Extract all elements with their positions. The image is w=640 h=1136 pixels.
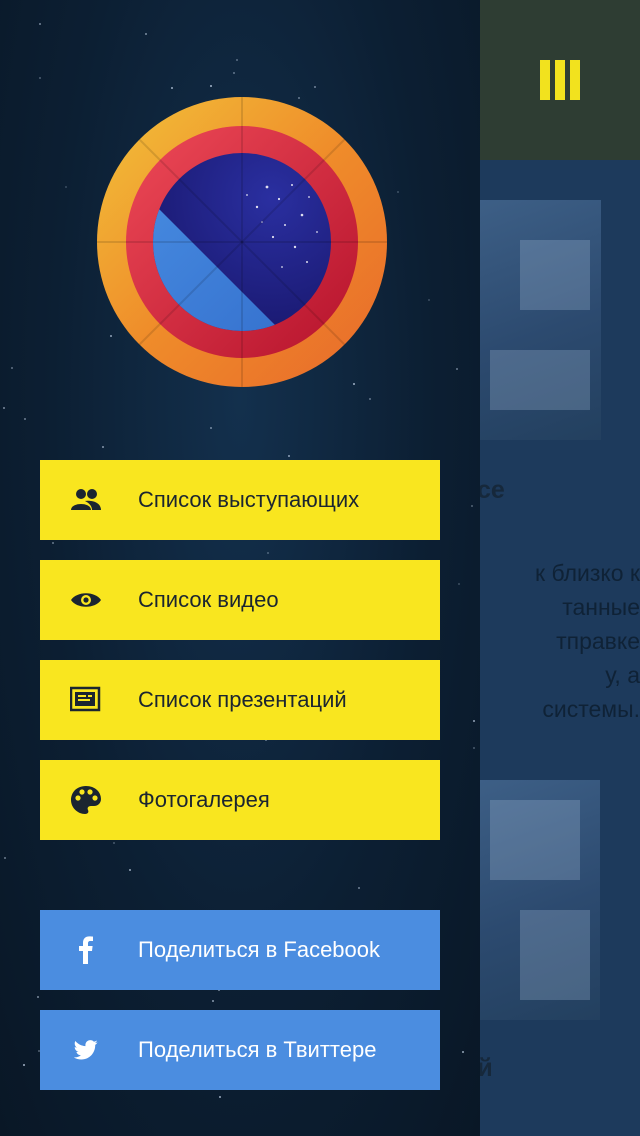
star-decoration	[52, 542, 54, 544]
menu-item-speakers[interactable]: Список выступающих	[40, 460, 440, 540]
palette-icon	[68, 782, 104, 818]
eye-icon	[68, 582, 104, 618]
share-twitter-button[interactable]: Поделиться в Твиттере	[40, 1010, 440, 1090]
star-decoration	[314, 86, 316, 88]
star-decoration	[212, 1000, 214, 1002]
star-decoration	[102, 446, 104, 448]
star-decoration	[171, 87, 173, 89]
facebook-icon	[68, 932, 104, 968]
star-decoration	[471, 505, 473, 507]
article-photo[interactable]	[480, 200, 601, 440]
star-decoration	[369, 398, 371, 400]
menu-item-presentations[interactable]: Список презентаций	[40, 660, 440, 740]
star-decoration	[473, 720, 475, 722]
star-decoration	[397, 191, 399, 193]
star-decoration	[129, 869, 131, 871]
star-decoration	[39, 23, 41, 25]
star-decoration	[458, 583, 460, 585]
star-decoration	[39, 77, 41, 79]
star-decoration	[113, 842, 115, 844]
menu-item-label: Фотогалерея	[138, 787, 270, 812]
menu-item-photo-gallery[interactable]: Фотогалерея	[40, 760, 440, 840]
side-drawer: Список выступающих Список видео Список п…	[0, 0, 480, 1136]
star-decoration	[428, 299, 430, 301]
presentation-icon	[68, 682, 104, 718]
menu-icon[interactable]	[540, 60, 580, 100]
menu-item-label: Список выступающих	[138, 487, 360, 512]
star-decoration	[210, 427, 212, 429]
menu-item-videos[interactable]: Список видео	[40, 560, 440, 640]
star-decoration	[267, 552, 269, 554]
star-decoration	[11, 367, 13, 369]
menu-item-label: Список презентаций	[138, 687, 347, 712]
article-photo[interactable]	[480, 780, 600, 1020]
star-decoration	[23, 1064, 25, 1066]
share-button-label: Поделиться в Facebook	[138, 937, 381, 962]
star-decoration	[236, 59, 238, 61]
star-decoration	[37, 996, 39, 998]
share-facebook-button[interactable]: Поделиться в Facebook	[40, 910, 440, 990]
twitter-icon	[68, 1032, 104, 1068]
star-decoration	[462, 1051, 464, 1053]
star-decoration	[358, 887, 360, 889]
star-decoration	[473, 747, 475, 749]
star-decoration	[24, 418, 26, 420]
star-decoration	[145, 33, 147, 35]
menu-item-label: Список видео	[138, 587, 279, 612]
star-decoration	[456, 368, 458, 370]
people-icon	[68, 482, 104, 518]
star-decoration	[233, 72, 235, 74]
star-decoration	[210, 85, 212, 87]
app-logo-icon	[97, 97, 387, 387]
star-decoration	[65, 186, 67, 188]
star-decoration	[288, 455, 290, 457]
star-decoration	[4, 857, 6, 859]
star-decoration	[219, 1096, 221, 1098]
star-decoration	[3, 407, 5, 409]
share-button-label: Поделиться в Твиттере	[138, 1037, 377, 1062]
